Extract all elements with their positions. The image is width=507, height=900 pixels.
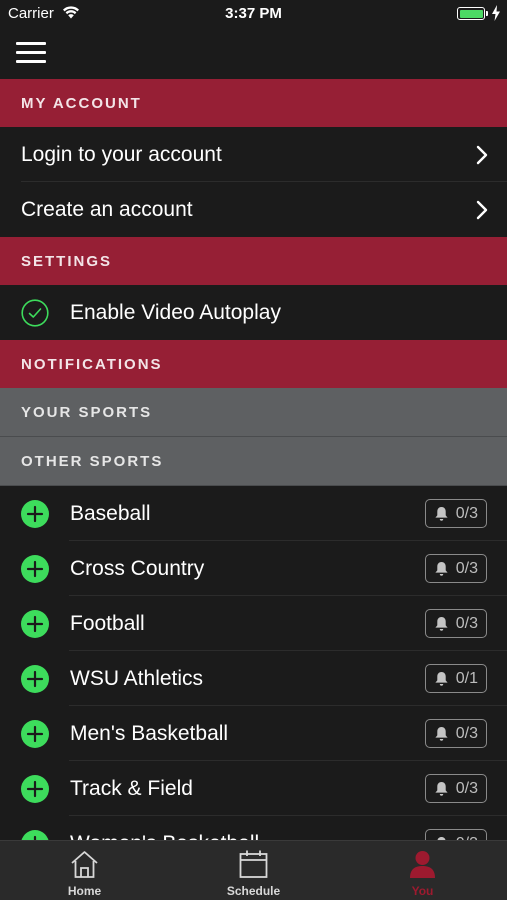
status-bar: Carrier 3:37 PM xyxy=(0,0,507,28)
add-plus-icon[interactable] xyxy=(21,554,49,583)
alert-count: 0/3 xyxy=(455,504,478,522)
battery-icon xyxy=(457,7,485,20)
chevron-right-icon xyxy=(476,200,488,220)
home-icon xyxy=(71,851,98,878)
video-autoplay-label: Enable Video Autoplay xyxy=(70,300,281,324)
tab-bar: Home Schedule You xyxy=(0,840,507,900)
alert-count: 0/1 xyxy=(455,669,478,687)
battery-tip xyxy=(486,11,488,16)
tab-schedule-label: Schedule xyxy=(226,884,281,898)
navigation-bar xyxy=(0,28,507,79)
alert-count: 0/3 xyxy=(455,559,478,577)
sport-row[interactable]: Men's Basketball 0/3 xyxy=(0,706,507,761)
notification-count-badge[interactable]: 0/3 xyxy=(424,609,487,638)
create-account-label: Create an account xyxy=(21,197,193,221)
add-plus-icon[interactable] xyxy=(21,664,49,693)
alert-count: 0/3 xyxy=(455,779,478,797)
notifications-header: NOTIFICATIONS xyxy=(0,340,507,388)
bell-icon xyxy=(435,781,448,796)
sports-list: Baseball 0/3 Cross Country 0/3 Football … xyxy=(0,486,507,840)
notification-count-badge[interactable]: 0/3 xyxy=(424,719,487,748)
notification-count-badge[interactable]: 0/3 xyxy=(424,499,487,528)
add-plus-icon[interactable] xyxy=(21,609,49,638)
tab-home-label: Home xyxy=(67,884,102,898)
bell-icon xyxy=(435,506,448,521)
notification-count-badge[interactable]: 0/3 xyxy=(424,554,487,583)
add-plus-icon[interactable] xyxy=(21,719,49,748)
create-account-row[interactable]: Create an account xyxy=(0,182,507,237)
notification-count-badge[interactable]: 0/3 xyxy=(424,774,487,803)
notification-count-badge[interactable]: 0/1 xyxy=(424,664,487,693)
bell-icon xyxy=(435,671,448,686)
notification-count-badge[interactable]: 0/3 xyxy=(424,829,487,840)
sport-row[interactable]: Football 0/3 xyxy=(0,596,507,651)
sport-name: WSU Athletics xyxy=(70,666,204,690)
sport-name: Baseball xyxy=(70,501,151,525)
sport-row[interactable]: Baseball 0/3 xyxy=(0,486,507,541)
person-icon xyxy=(410,851,435,878)
sport-name: Women's Basketball xyxy=(70,832,259,841)
tab-schedule[interactable]: Schedule xyxy=(169,841,338,900)
tab-you[interactable]: You xyxy=(338,841,507,900)
video-autoplay-toggle[interactable]: Enable Video Autoplay xyxy=(0,285,507,340)
sport-row[interactable]: Cross Country 0/3 xyxy=(0,541,507,596)
checkmark-circle-icon xyxy=(21,298,49,327)
my-account-header: MY ACCOUNT xyxy=(0,79,507,127)
tab-home[interactable]: Home xyxy=(0,841,169,900)
sport-row[interactable]: Track & Field 0/3 xyxy=(0,761,507,816)
bell-icon xyxy=(435,726,448,741)
add-plus-icon[interactable] xyxy=(21,774,49,803)
clock: 3:37 PM xyxy=(225,5,282,22)
sport-row[interactable]: Women's Basketball 0/3 xyxy=(0,816,507,840)
alert-count: 0/3 xyxy=(455,724,478,742)
sport-name: Men's Basketball xyxy=(70,721,229,745)
calendar-icon xyxy=(239,850,268,878)
login-row[interactable]: Login to your account xyxy=(0,127,507,182)
add-plus-icon[interactable] xyxy=(21,829,49,841)
tab-you-label: You xyxy=(411,884,434,898)
settings-header: SETTINGS xyxy=(0,237,507,285)
alert-count: 0/3 xyxy=(455,614,478,632)
account-settings-list[interactable]: MY ACCOUNT Login to your account Create … xyxy=(0,79,507,840)
chevron-right-icon xyxy=(476,145,488,165)
sport-name: Track & Field xyxy=(70,776,193,800)
add-plus-icon[interactable] xyxy=(21,499,49,528)
sport-row[interactable]: WSU Athletics 0/1 xyxy=(0,651,507,706)
other-sports-header: OTHER SPORTS xyxy=(0,437,507,486)
bell-icon xyxy=(435,616,448,631)
hamburger-menu-icon[interactable] xyxy=(16,42,46,64)
sport-name: Cross Country xyxy=(70,556,205,580)
sport-name: Football xyxy=(70,611,145,635)
bell-icon xyxy=(435,561,448,576)
your-sports-header: YOUR SPORTS xyxy=(0,388,507,437)
charging-bolt-icon xyxy=(492,5,500,21)
login-label: Login to your account xyxy=(21,142,222,166)
